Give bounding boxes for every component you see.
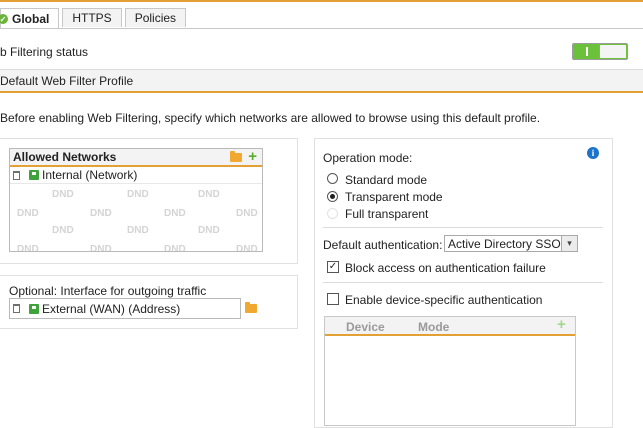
tab-policies[interactable]: Policies: [124, 8, 187, 27]
dnd-placeholder: DND: [236, 208, 258, 219]
list-item[interactable]: Internal (Network): [10, 167, 262, 184]
top-accent-line: [0, 0, 643, 2]
dnd-placeholder: DND: [17, 244, 39, 252]
divider: [323, 282, 603, 283]
dnd-placeholder: DND: [52, 225, 74, 236]
tab-label: Global: [12, 12, 50, 26]
check-icon: ✓: [0, 14, 8, 24]
device-auth-label: Enable device-specific authentication: [345, 293, 543, 307]
allowed-networks-title: Allowed Networks: [13, 150, 117, 164]
dnd-placeholder: DND: [127, 189, 149, 200]
info-icon[interactable]: i: [587, 147, 599, 159]
trash-icon[interactable]: [13, 170, 20, 180]
dnd-placeholder: DND: [52, 189, 74, 200]
network-icon: [29, 170, 39, 180]
column-device: Device: [346, 320, 385, 334]
default-auth-value: Active Directory SSO: [448, 236, 561, 251]
tab-label: Policies: [134, 11, 177, 25]
tab-global[interactable]: ✓ Global: [0, 8, 60, 29]
dnd-placeholder: DND: [198, 189, 220, 200]
allowed-networks-header: Allowed Networks +: [10, 149, 262, 167]
web-filtering-toggle[interactable]: [572, 43, 628, 60]
device-table: Device Mode +: [324, 316, 576, 426]
dnd-placeholder: DND: [90, 244, 112, 252]
outgoing-interface-value: External (WAN) (Address): [42, 301, 181, 316]
outgoing-interface-field[interactable]: External (WAN) (Address): [9, 298, 241, 319]
column-mode: Mode: [418, 320, 450, 334]
network-label: Internal (Network): [42, 168, 138, 182]
standard-mode-label: Standard mode: [345, 173, 428, 187]
device-auth-checkbox[interactable]: [327, 293, 339, 305]
full-transparent-label: Full transparent: [345, 207, 429, 221]
outgoing-interface-label: Optional: Interface for outgoing traffic: [9, 284, 207, 298]
folder-icon[interactable]: [245, 302, 257, 313]
toggle-on-indicator: [586, 47, 588, 56]
device-table-header: Device Mode +: [325, 317, 575, 336]
block-access-checkbox[interactable]: ✓: [327, 261, 339, 273]
dnd-placeholder: DND: [236, 244, 258, 252]
dnd-placeholder: DND: [198, 225, 220, 236]
tab-label: HTTPS: [72, 11, 112, 25]
block-access-label: Block access on authentication failure: [345, 261, 546, 275]
interface-icon: [29, 303, 39, 314]
allowed-networks-list: Allowed Networks + Internal (Network) DN…: [9, 148, 263, 252]
operation-mode-label: Operation mode:: [323, 151, 413, 165]
toggle-knob: [599, 45, 626, 58]
section-title: Default Web Filter Profile: [0, 73, 134, 88]
dnd-placeholder: DND: [164, 208, 186, 219]
chevron-down-icon: ▾: [561, 236, 577, 251]
folder-icon[interactable]: [230, 150, 243, 162]
dnd-placeholder: DND: [17, 208, 39, 219]
dnd-placeholder: DND: [127, 225, 149, 236]
status-label: b Filtering status: [0, 45, 89, 59]
divider: [323, 227, 603, 228]
dnd-placeholder: DND: [164, 244, 186, 252]
intro-text: Before enabling Web Filtering, specify w…: [0, 111, 541, 125]
add-icon[interactable]: +: [557, 317, 566, 332]
add-icon[interactable]: +: [248, 149, 257, 164]
tab-bar: ✓ Global HTTPS Policies: [0, 8, 189, 29]
trash-icon[interactable]: [13, 304, 20, 313]
tabs-divider: [0, 28, 643, 29]
full-transparent-radio: [327, 208, 338, 219]
transparent-mode-radio[interactable]: [327, 191, 338, 202]
section-header: Default Web Filter Profile: [0, 69, 643, 93]
transparent-mode-label: Transparent mode: [345, 190, 443, 204]
default-auth-label: Default authentication:: [323, 238, 443, 252]
dnd-placeholder: DND: [90, 208, 112, 219]
default-auth-select[interactable]: Active Directory SSO ▾: [444, 235, 578, 252]
standard-mode-radio[interactable]: [327, 173, 338, 184]
tab-https[interactable]: HTTPS: [62, 8, 122, 27]
